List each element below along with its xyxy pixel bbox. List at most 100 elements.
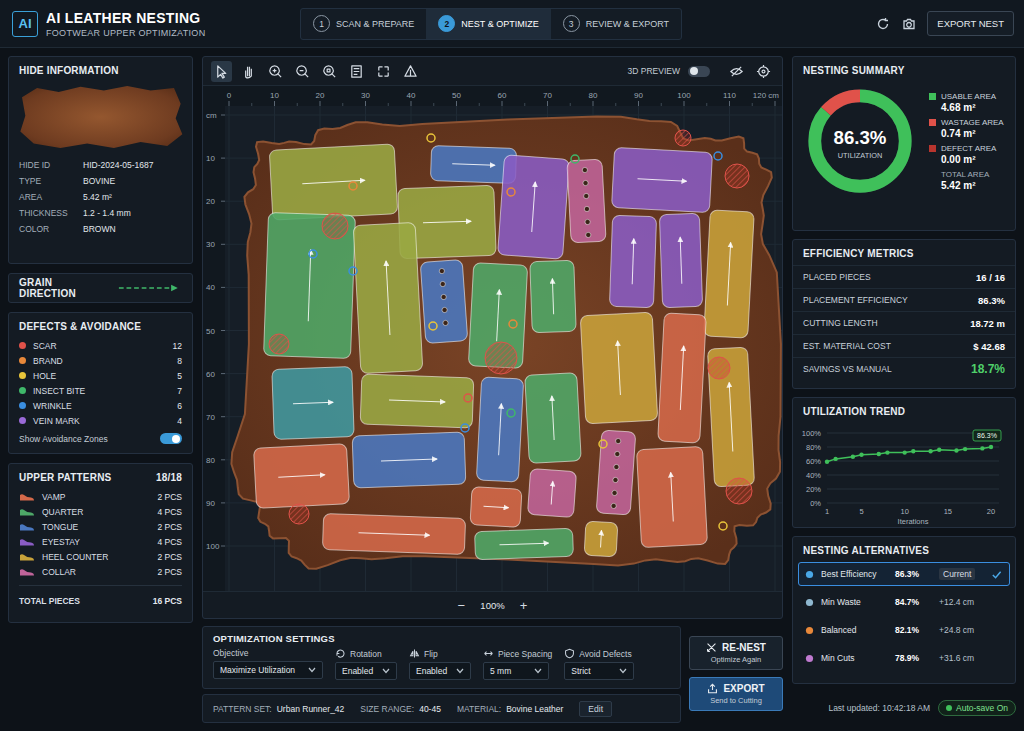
select-tool[interactable]	[211, 61, 232, 82]
defect-marker[interactable]	[461, 424, 469, 432]
pattern-row[interactable]: TONGUE 2 PCS	[19, 519, 182, 534]
pan-tool[interactable]	[238, 61, 259, 82]
pattern-piece[interactable]	[269, 144, 397, 220]
step-tab[interactable]: 2 NEST & OPTIMIZE	[426, 9, 550, 39]
nesting-canvas[interactable]: 0102030405060708090100110120 cmcm1020304…	[203, 86, 782, 591]
pattern-piece[interactable]	[580, 312, 658, 424]
pattern-row[interactable]: COLLAR 2 PCS	[19, 564, 182, 579]
setting-select[interactable]: Enabled	[409, 662, 471, 680]
snapshot-button[interactable]	[901, 16, 917, 32]
pattern-piece[interactable]	[476, 377, 523, 482]
setting-select[interactable]: Enabled	[335, 662, 397, 680]
setting-select[interactable]: Maximize Utilization	[213, 661, 323, 679]
defect-marker[interactable]	[427, 134, 435, 142]
page-fit-tool[interactable]	[346, 61, 367, 82]
utilization-trend-chart: 100%80%60%40%20%0%15101520Iterations86.3…	[793, 423, 1015, 527]
setting-select[interactable]: 5 mm	[483, 662, 549, 680]
defect-marker[interactable]	[599, 440, 607, 448]
defect-row[interactable]: HOLE 5	[19, 368, 182, 383]
defect-marker[interactable]	[719, 522, 727, 530]
alternative-row[interactable]: Best Efficiency 86.3% Current	[798, 562, 1010, 586]
pattern-row[interactable]: QUARTER 4 PCS	[19, 504, 182, 519]
pattern-piece[interactable]	[527, 468, 576, 517]
nesting-canvas-panel: 3D PREVIEW 0102030405060708090100110120 …	[202, 56, 783, 619]
pattern-piece[interactable]	[658, 313, 707, 443]
zoom-in-tool[interactable]	[265, 61, 286, 82]
target-icon	[756, 64, 771, 79]
defect-marker[interactable]	[507, 188, 515, 196]
defect-row[interactable]: VEIN MARK 4	[19, 413, 182, 428]
alternative-row[interactable]: Balanced 82.1% +24.8 cm	[798, 618, 1010, 642]
pattern-piece[interactable]	[360, 374, 474, 428]
3d-preview-toggle[interactable]	[688, 66, 710, 77]
total-label: TOTAL PIECES	[19, 596, 146, 606]
setting-select[interactable]: Strict	[564, 662, 634, 680]
defect-marker[interactable]	[429, 322, 437, 330]
pattern-piece[interactable]	[525, 373, 582, 464]
pattern-piece[interactable]	[352, 432, 466, 488]
zoom-out-tool[interactable]	[292, 61, 313, 82]
defect-row[interactable]: INSECT BITE 7	[19, 383, 182, 398]
app-logo: AI	[12, 11, 38, 37]
export-nest-button[interactable]: EXPORT NEST	[927, 11, 1014, 36]
defect-marker[interactable]	[571, 155, 579, 163]
pattern-piece[interactable]	[264, 213, 356, 359]
export-button[interactable]: EXPORT Send to Cutting	[689, 677, 783, 711]
hide-overlay-button[interactable]	[726, 61, 747, 82]
step-tab[interactable]: 3 REVIEW & EXPORT	[551, 9, 681, 39]
pattern-piece[interactable]	[707, 347, 754, 487]
pattern-piece[interactable]	[475, 528, 574, 559]
refresh-button[interactable]	[875, 16, 891, 32]
pattern-piece[interactable]	[272, 367, 354, 440]
pattern-row[interactable]: VAMP 2 PCS	[19, 489, 182, 504]
focus-button[interactable]	[753, 61, 774, 82]
defect-row[interactable]: BRAND 8	[19, 353, 182, 368]
pattern-piece[interactable]	[609, 215, 656, 307]
shoe-icon	[19, 567, 35, 577]
defect-marker[interactable]	[507, 409, 515, 417]
shape-tool[interactable]	[400, 61, 421, 82]
eye-off-icon	[729, 64, 744, 79]
pattern-piece[interactable]	[567, 159, 606, 243]
defect-marker[interactable]	[309, 250, 317, 258]
zoom-out-button[interactable]: −	[454, 598, 468, 613]
alternative-row[interactable]: Min Waste 84.7% +12.4 cm	[798, 590, 1010, 614]
metric-row: SAVINGS VS MANUAL 18.7%	[793, 357, 1015, 380]
pattern-piece[interactable]	[253, 444, 349, 509]
zoom-area-tool[interactable]	[319, 61, 340, 82]
pattern-piece[interactable]	[353, 222, 423, 373]
pattern-piece[interactable]	[322, 514, 465, 555]
pattern-row[interactable]: EYESTAY 4 PCS	[19, 534, 182, 549]
step-tab[interactable]: 1 SCAN & PREPARE	[301, 9, 426, 39]
defect-marker[interactable]	[349, 267, 357, 275]
renest-button[interactable]: RE-NEST Optimize Again	[689, 636, 783, 670]
defect-marker[interactable]	[464, 394, 472, 402]
panel-title: NESTING ALTERNATIVES	[793, 537, 1015, 562]
pattern-name: EYESTAY	[42, 537, 150, 547]
camera-icon	[902, 17, 916, 31]
frame-tool[interactable]	[373, 61, 394, 82]
pattern-piece[interactable]	[470, 487, 522, 528]
avoidance-zones-toggle[interactable]	[160, 433, 182, 444]
pattern-piece[interactable]	[596, 430, 636, 515]
zoom-in-button[interactable]: +	[517, 598, 531, 613]
pattern-row[interactable]: HEEL COUNTER 2 PCS	[19, 549, 182, 564]
field-label: COLOR	[19, 224, 83, 234]
legend-item: DEFECT AREA 0.00 m²	[929, 144, 1004, 165]
defect-marker[interactable]	[714, 152, 722, 160]
pattern-piece[interactable]	[530, 260, 576, 332]
pattern-piece[interactable]	[636, 446, 707, 547]
defect-row[interactable]: SCAR 12	[19, 338, 182, 353]
defect-marker[interactable]	[349, 182, 357, 190]
pattern-piece[interactable]	[704, 210, 755, 338]
pattern-piece[interactable]	[584, 521, 618, 557]
defect-name: BRAND	[33, 356, 170, 366]
defect-row[interactable]: WRINKLE 6	[19, 398, 182, 413]
alternative-row[interactable]: Min Cuts 78.9% +31.6 cm	[798, 646, 1010, 670]
defect-marker[interactable]	[509, 320, 517, 328]
pattern-piece[interactable]	[611, 147, 712, 212]
pattern-piece[interactable]	[498, 155, 570, 259]
pattern-piece[interactable]	[420, 260, 468, 344]
edit-button[interactable]: Edit	[579, 701, 612, 717]
pattern-piece[interactable]	[659, 213, 702, 307]
